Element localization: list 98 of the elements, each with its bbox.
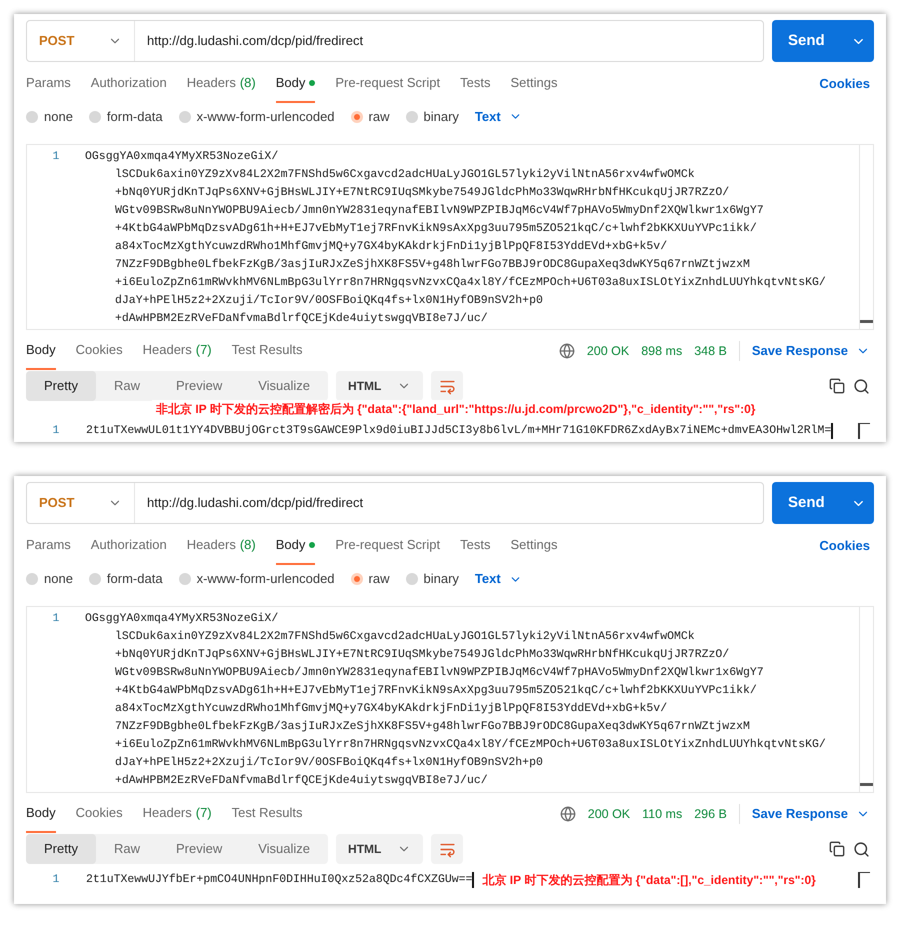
- response-tab[interactable]: Test Results: [232, 332, 302, 370]
- text-cursor: [831, 423, 834, 440]
- body-mode-radio[interactable]: binary: [406, 107, 459, 127]
- body-mode-radio[interactable]: form-data: [88, 569, 163, 589]
- view-mode-tab[interactable]: Preview: [158, 371, 240, 402]
- request-tab[interactable]: Params: [26, 65, 71, 103]
- response-size: 348 B: [694, 342, 727, 360]
- wrap-button[interactable]: [431, 834, 464, 864]
- response-time: 110 ms: [642, 806, 682, 823]
- request-tab[interactable]: Authorization: [90, 527, 167, 565]
- url-field[interactable]: http://dg.ludashi.com/dcp/pid/fredirect: [135, 493, 376, 513]
- body-editor[interactable]: [26, 606, 874, 793]
- status-code: 200 OK: [586, 342, 630, 360]
- code-line: OGsggYA0xmqa4YMyXR53NozeGiX/: [85, 148, 280, 165]
- scrollbar[interactable]: [858, 872, 870, 888]
- code-line: +4KtbG4aWPbMqDzsvADg61h+H+EJ7vEbMyT1ej7RFnvKikN9sAxXpg3uu795m5ZO521kqC/c+lwhf2bKKXUuYVPc1ikk/: [114, 683, 758, 699]
- code-line: +bNq0YURjdKnTJqPs6XNV+GjBHsWLJIY+E7NtRC9IUqSMkybe7549JGldcPhMo33WqwRHrbNfHKcukqUjJR7RZzO/: [114, 647, 730, 663]
- response-time: 898 ms: [641, 342, 682, 360]
- status-code: 200 OK: [588, 806, 630, 823]
- request-tab[interactable]: Body: [276, 527, 316, 565]
- format-dropdown[interactable]: Text: [474, 107, 522, 127]
- method-dropdown[interactable]: POST: [27, 483, 135, 523]
- save-response-button[interactable]: Save Response: [752, 804, 874, 824]
- save-response-button[interactable]: Save Response: [752, 341, 874, 361]
- response-tab[interactable]: Headers (7): [142, 795, 212, 833]
- language-dropdown[interactable]: HTML: [336, 371, 424, 402]
- response-tab[interactable]: Headers (7): [142, 332, 212, 370]
- line-number: 1: [52, 611, 60, 627]
- search-icon[interactable]: [853, 378, 870, 395]
- code-line: +bNq0YURjdKnTJqPs6XNV+GjBHsWLJIY+E7NtRC9IUqSMkybe7549JGldcPhMo33WqwRHrbNfHKcukqUjJR7RZzO/: [114, 184, 730, 201]
- request-tab[interactable]: Authorization: [90, 65, 167, 103]
- response-tab[interactable]: Test Results: [232, 795, 302, 833]
- response-size: 296 B: [694, 806, 727, 823]
- code-line: +dAwHPBM2EzRVeFDaNfvmaBdlrfQCEjKde4uiytswgqVBI8e7J/uc/: [114, 310, 489, 327]
- view-mode-tab[interactable]: Raw: [96, 834, 158, 864]
- view-mode-tab[interactable]: Raw: [96, 371, 158, 402]
- request-tab[interactable]: Pre-request Script: [335, 65, 440, 103]
- search-icon[interactable]: [853, 840, 870, 858]
- globe-icon[interactable]: [560, 806, 576, 822]
- code-line: a84xTocMzXgthYcuwzdRWho1MhfGmvjMQ+y7GX4byKAkdrkjFnDi1yjBlPpQF8I53YddEVd+xbG+k5v/: [114, 238, 668, 255]
- body-mode-radio[interactable]: raw: [350, 107, 390, 127]
- body-mode-radio[interactable]: none: [26, 569, 73, 589]
- body-mode-radio[interactable]: x-www-form-urlencoded: [178, 569, 335, 589]
- code-line: WGtv09BSRw8uNnYWOPBU9Aiecb/Jmn0nYW2831eqynafEBIlvN9WPZPIBJqM6cV4Wf7pHAVo5WmyDnf2XQWlkwr1x6WgY7: [114, 202, 765, 219]
- line-number: 1: [52, 423, 60, 440]
- copy-icon[interactable]: [829, 378, 845, 394]
- code-line: +dAwHPBM2EzRVeFDaNfvmaBdlrfQCEjKde4uiytswgqVBI8e7J/uc/: [114, 773, 489, 789]
- request-tab[interactable]: Settings: [510, 65, 558, 103]
- request-tab[interactable]: Body: [276, 65, 316, 103]
- code-line: a84xTocMzXgthYcuwzdRWho1MhfGmvjMQ+y7GX4byKAkdrkjFnDi1yjBlPpQF8I53YddEVd+xbG+k5v/: [114, 701, 668, 717]
- send-button[interactable]: Send: [772, 20, 874, 62]
- cookies-link[interactable]: Cookies: [819, 536, 874, 556]
- response-tab[interactable]: Cookies: [76, 795, 123, 833]
- view-mode-tab[interactable]: Visualize: [240, 371, 328, 402]
- code-line: 7NZzF9DBgbhe0LfbekFzKgB/3asjIuRJxZeSjhXK8FS5V+g48hlwrFGo7BBJ9rODC8GupaXeq3dwKY5q67rnWZtjwzxM: [114, 256, 751, 273]
- format-dropdown[interactable]: Text: [474, 569, 522, 589]
- code-line: lSCDuk6axin0YZ9zXv84L2X2m7FNShd5w6Cxgavcd2adcHUaLyJGO1GL57lyki2yVilNtnA56rxv4wfwOMCk: [114, 629, 696, 645]
- code-line: OGsggYA0xmqa4YMyXR53NozeGiX/: [85, 611, 280, 627]
- view-mode-tab[interactable]: Visualize: [240, 834, 328, 864]
- wrap-button[interactable]: [431, 371, 464, 402]
- cookies-link[interactable]: Cookies: [819, 74, 874, 94]
- request-tab[interactable]: Tests: [460, 527, 490, 565]
- code-line: lSCDuk6axin0YZ9zXv84L2X2m7FNShd5w6Cxgavcd2adcHUaLyJGO1GL57lyki2yVilNtnA56rxv4wfwOMCk: [114, 166, 696, 183]
- view-mode-tab[interactable]: Pretty: [26, 834, 96, 864]
- request-tab[interactable]: Pre-request Script: [335, 527, 440, 565]
- scrollbar[interactable]: [858, 423, 870, 440]
- request-tab[interactable]: Headers (8): [186, 527, 256, 565]
- code-line: 7NZzF9DBgbhe0LfbekFzKgB/3asjIuRJxZeSjhXK8FS5V+g48hlwrFGo7BBJ9rODC8GupaXeq3dwKY5q67rnWZtjwzxM: [114, 719, 751, 735]
- code-line: +i6EuloZpZn61mRWvkhMV6NLmBpG3ulYrr8n7HRNgqsvNzvxCQa4xl8Y/fCEzMPOch+U6T03a8uxISLOtYixZnhdLUUYhkqtvNtsKG/: [114, 737, 826, 753]
- url-field[interactable]: http://dg.ludashi.com/dcp/pid/fredirect: [135, 31, 376, 51]
- response-text: 2t1uTXewwUL01t1YY4DVBBUjOGrct3T9sGAWCE9Plx9d0iuBIJJd5CI3y8b6lvL/m+MHr71G10KFDR6ZxdAyBx7iNEMc+dmvEA3OHwl2RlM=: [86, 423, 832, 440]
- code-line: dJaY+hPElH5z2+2Xzuji/TcIor9V/0OSFBoiQKq4fs+lx0N1HyfOB9nSV2h+p0: [114, 755, 544, 771]
- request-tab[interactable]: Headers (8): [186, 65, 256, 103]
- body-mode-radio[interactable]: none: [26, 107, 73, 127]
- code-line: WGtv09BSRw8uNnYWOPBU9Aiecb/Jmn0nYW2831eqynafEBIlvN9WPZPIBJqM6cV4Wf7pHAVo5WmyDnf2XQWlkwr1x6WgY7: [114, 665, 765, 681]
- response-tab[interactable]: Cookies: [76, 332, 123, 370]
- request-tab[interactable]: Tests: [460, 65, 490, 103]
- body-mode-radio[interactable]: form-data: [88, 107, 163, 127]
- code-line: +4KtbG4aWPbMqDzsvADg61h+H+EJ7vEbMyT1ej7RFnvKikN9sAxXpg3uu795m5ZO521kqC/c+lwhf2bKKXUuYVPc1ikk/: [114, 220, 758, 237]
- text-cursor: [472, 872, 474, 888]
- view-mode-tab[interactable]: Pretty: [26, 371, 96, 402]
- line-number: 1: [52, 872, 60, 888]
- globe-icon[interactable]: [558, 343, 575, 360]
- request-tab[interactable]: Params: [26, 527, 71, 565]
- request-tab[interactable]: Settings: [510, 527, 558, 565]
- language-dropdown[interactable]: HTML: [336, 834, 424, 864]
- send-button[interactable]: Send: [772, 482, 874, 524]
- copy-icon[interactable]: [829, 841, 845, 857]
- response-text: 2t1uTXewwUJYfbEr+pmCO4UNHpnF0DIHHuI0Qxz52a8QDc4fCXZGUw==: [86, 872, 472, 888]
- line-number: 1: [52, 148, 60, 165]
- body-mode-radio[interactable]: raw: [350, 569, 390, 589]
- body-mode-radio[interactable]: binary: [406, 569, 459, 589]
- body-mode-radio[interactable]: x-www-form-urlencoded: [178, 107, 335, 127]
- body-editor[interactable]: [26, 144, 874, 330]
- code-line: dJaY+hPElH5z2+2Xzuji/TcIor9V/0OSFBoiQKq4fs+lx0N1HyfOB9nSV2h+p0: [114, 292, 544, 309]
- view-mode-tab[interactable]: Preview: [158, 834, 240, 864]
- code-line: +i6EuloZpZn61mRWvkhMV6NLmBpG3ulYrr8n7HRNgqsvNzvxCQa4xl8Y/fCEzMPOch+U6T03a8uxISLOtYixZnhdLUUYhkqtvNtsKG/: [114, 274, 826, 291]
- method-dropdown[interactable]: POST: [27, 21, 135, 61]
